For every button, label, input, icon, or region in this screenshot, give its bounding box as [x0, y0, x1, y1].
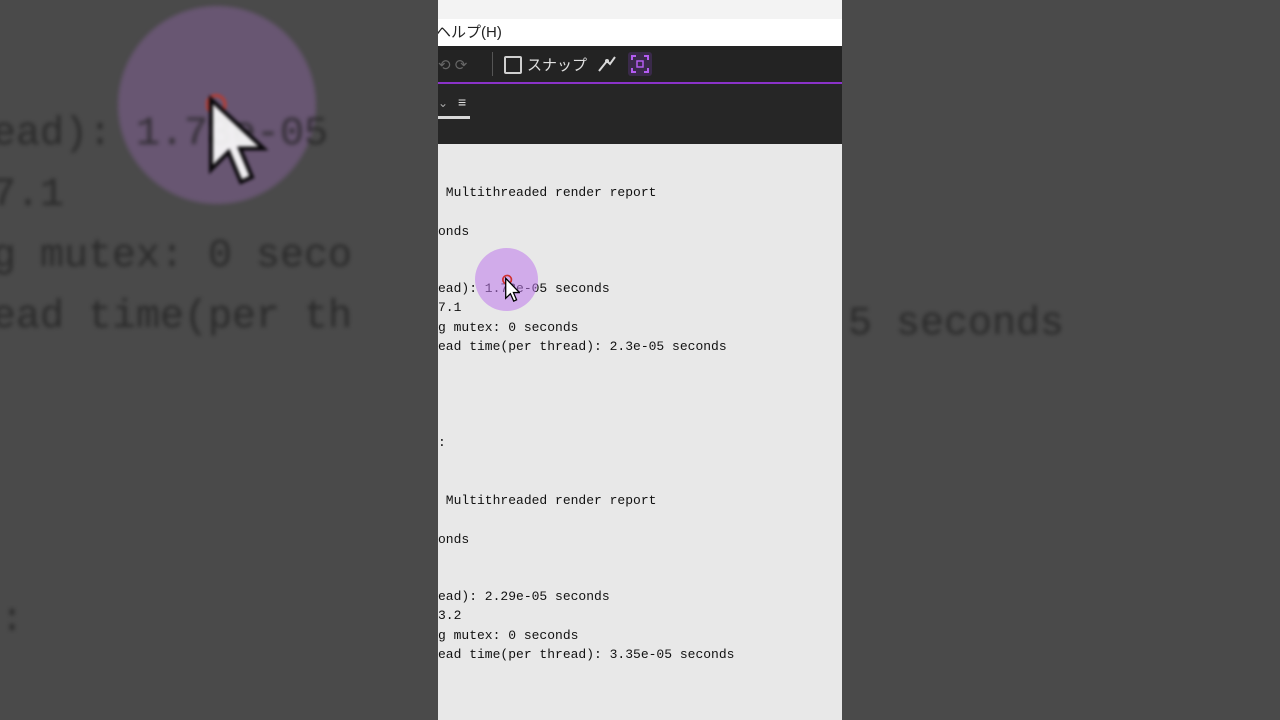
app-panel: ヘルプ(H) ⟲ ⟳ スナップ ⌄ ≡ Multithreaded render…: [438, 0, 842, 720]
active-tab-underline: [438, 116, 470, 119]
tab-chevron-icon[interactable]: ⌄: [438, 96, 448, 110]
log-line: ead): 2.29e-05 seconds: [438, 589, 610, 604]
snap-label[interactable]: スナップ: [527, 54, 587, 75]
pen-tool-icon[interactable]: [596, 54, 618, 74]
focus-tool-button[interactable]: [628, 52, 652, 76]
log-line: 7.1: [438, 300, 462, 315]
zoomed-colon: :: [0, 598, 25, 643]
log-line: ead time(per thread): 3.35e-05 seconds: [438, 647, 735, 662]
title-strip: [438, 0, 842, 19]
cursor-icon: [206, 94, 269, 185]
zoomed-line: ead): 1.73e-05: [0, 112, 329, 157]
focus-tool-icon: [631, 55, 649, 73]
zoomed-line: 7.1: [0, 173, 65, 218]
zoomed-line: g mutex: 0 seco: [0, 234, 353, 279]
panel-menu-icon[interactable]: ≡: [458, 94, 466, 110]
snap-checkbox[interactable]: [504, 56, 522, 74]
log-line: Multithreaded render report: [438, 493, 657, 508]
log-line: onds: [438, 224, 470, 239]
panel-header: ⌄ ≡: [438, 84, 842, 144]
zoomed-line: ead time(per th: [0, 295, 353, 340]
undo-icon[interactable]: ⟲ ⟳: [438, 56, 467, 74]
zoomed-log-text: ead): 1.73e-05 7.1 g mutex: 0 seco ead time…: [0, 104, 352, 348]
toolbar-separator: [492, 52, 493, 76]
menu-bar: ヘルプ(H): [438, 19, 842, 46]
zoomed-log-right: 5 seconds: [848, 302, 1065, 347]
log-line: onds: [438, 532, 470, 547]
menu-help[interactable]: ヘルプ(H): [438, 19, 502, 46]
log-line: g mutex: 0 seconds: [438, 628, 579, 643]
log-line: :: [438, 435, 446, 450]
log-line: g mutex: 0 seconds: [438, 320, 579, 335]
mouse-cursor-icon: [502, 274, 520, 302]
log-line: 3.2: [438, 608, 462, 623]
toolbar: ⟲ ⟳ スナップ: [438, 46, 842, 84]
log-line: ead time(per thread): 2.3e-05 seconds: [438, 339, 727, 354]
log-line: Multithreaded render report: [438, 185, 657, 200]
